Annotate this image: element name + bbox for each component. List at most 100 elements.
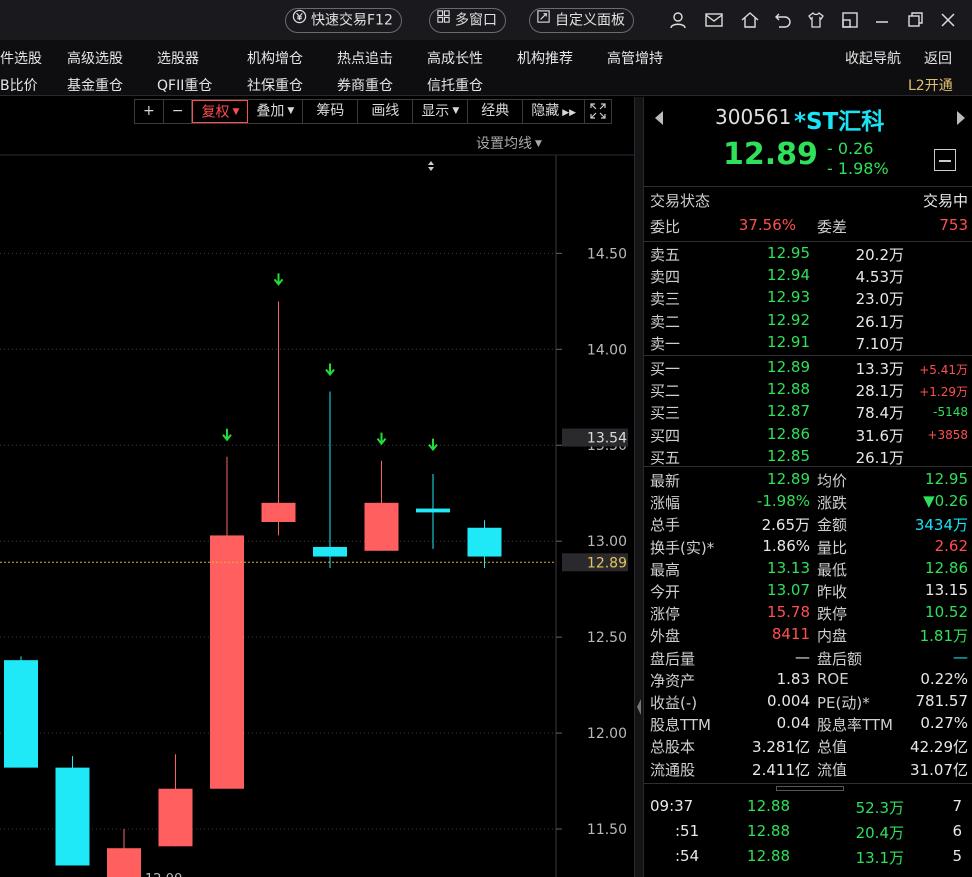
bid-row[interactable]: 买二 12.88 28.1万 +1.29万 (650, 380, 968, 402)
minimize-icon[interactable] (872, 10, 892, 30)
stat-label: 金额 (817, 516, 848, 535)
stat-label: ROE (817, 669, 849, 688)
restore-right-label: 复权 (201, 104, 230, 121)
multi-window-button[interactable]: 多窗口 (429, 8, 506, 33)
tick-row[interactable]: :54 12.88 13.1万 5 (650, 847, 968, 869)
candle-body (55, 767, 90, 866)
undo-icon[interactable] (773, 10, 793, 30)
tick-row[interactable]: :51 12.88 20.4万 6 (650, 822, 968, 844)
tick-row[interactable]: 09:37 12.88 52.3万 7 (650, 797, 968, 819)
custom-panel-button[interactable]: 自定义面板 (529, 8, 634, 33)
mail-icon[interactable] (704, 10, 724, 30)
nav-item-qfii-heavy[interactable]: QFII重仓 (157, 75, 212, 95)
next-stock-icon[interactable] (954, 109, 968, 127)
nav-item-hot-chase[interactable]: 热点追击 (337, 48, 393, 68)
nav-item-social-heavy[interactable]: 社保重仓 (247, 75, 303, 95)
ask-level-label: 卖五 (650, 246, 681, 264)
stat-label: 均价 (817, 472, 848, 490)
overlay-button[interactable]: 叠加 ▼ (248, 100, 304, 123)
window-switch-icon[interactable] (840, 10, 860, 30)
tick-price: 12.88 (747, 797, 790, 815)
bid-row[interactable]: 买一 12.89 13.3万 +5.41万 (650, 358, 968, 380)
nav-item-stock-picker[interactable]: 选股器 (157, 48, 199, 68)
minus-icon (939, 160, 951, 162)
zoom-in-button[interactable]: + (135, 100, 164, 123)
nav-item-advanced-pick[interactable]: 高级选股 (67, 48, 123, 68)
tick-volume: 20.4万 (855, 824, 904, 842)
draw-line-button[interactable]: 画线 (358, 100, 414, 123)
ask-row[interactable]: 卖三 12.93 23.0万 (650, 288, 968, 310)
ask-row[interactable]: 卖四 12.94 4.53万 (650, 266, 968, 288)
fullscreen-button[interactable] (585, 100, 611, 123)
kline-chart-area[interactable]: 14.5014.0013.5013.0012.5012.0011.5012.89… (0, 97, 634, 877)
nav-item-exec-increase[interactable]: 高管增持 (607, 48, 663, 68)
caret-down-icon: ▼ (287, 106, 295, 116)
nav-item-inst-increase[interactable]: 机构增仓 (247, 48, 303, 68)
ask-row[interactable]: 卖五 12.95 20.2万 (650, 244, 968, 266)
tick-time: :51 (675, 822, 700, 840)
home-icon[interactable] (740, 10, 760, 30)
stat-row: 换手(实)* 1.86% 量比 2.62 (650, 537, 968, 559)
nav-item-b-compare[interactable]: B比价 (0, 75, 38, 95)
user-icon[interactable] (668, 10, 688, 30)
bid-row[interactable]: 买四 12.86 31.6万 +3858 (650, 425, 968, 447)
l2-open-link[interactable]: L2开通 (908, 75, 953, 95)
date-axis-label: 12.00 (145, 872, 182, 877)
stat-row: 最高 13.13 最低 12.86 (650, 559, 968, 581)
stat-label: 今开 (650, 583, 681, 601)
bid-level-label: 买四 (650, 426, 681, 445)
close-icon[interactable] (938, 10, 958, 30)
nav-item-broker-heavy[interactable]: 券商重仓 (337, 75, 393, 95)
shirt-icon[interactable] (806, 10, 826, 30)
collapse-quote-button[interactable] (934, 149, 956, 171)
zoom-out-button[interactable]: − (164, 100, 193, 123)
caret-down-icon: ▼ (535, 139, 542, 149)
nav-item-fund-heavy[interactable]: 基金重仓 (67, 75, 123, 95)
divider (644, 241, 972, 242)
display-button[interactable]: 显示 ▼ (413, 100, 469, 123)
overlay-label: 叠加 (256, 103, 285, 120)
ask-row[interactable]: 卖一 12.91 7.10万 (650, 333, 968, 355)
ask-price: 12.95 (767, 244, 810, 262)
classic-button[interactable]: 经典 (468, 100, 524, 123)
stat-value: -1.98% (756, 492, 810, 511)
stat-label: 总手 (650, 516, 681, 535)
nav-item-high-growth[interactable]: 高成长性 (427, 48, 483, 68)
stat-value: 2.62 (934, 536, 968, 555)
price-change: - 0.26 (827, 139, 874, 158)
bid-price: 12.85 (767, 446, 810, 465)
prev-stock-icon[interactable] (652, 109, 666, 127)
collapse-nav-link[interactable]: 收起导航 (845, 48, 901, 68)
stat-label: 总股本 (650, 738, 696, 757)
nav-item-inst-recommend[interactable]: 机构推荐 (517, 48, 573, 68)
stat-row: 流通股 2.411亿 流值 31.07亿 (650, 759, 968, 781)
stat-label: 内盘 (817, 627, 848, 646)
stock-code: 300561 (715, 105, 792, 129)
hide-button[interactable]: 隐藏 ▶▶ (523, 100, 586, 123)
ask-volume: 7.10万 (855, 334, 904, 353)
display-label: 显示 (421, 103, 450, 120)
price-tick-label: 14.50 (587, 246, 627, 262)
tick-time: :54 (675, 847, 700, 865)
candlestick-chart[interactable]: 14.5014.0013.5013.0012.5012.0011.5012.89… (0, 97, 634, 877)
scroll-handle[interactable] (776, 786, 844, 791)
quick-trade-button[interactable]: 快速交易F12 (285, 8, 402, 33)
restore-right-button[interactable]: 复权 ▼ (192, 100, 249, 123)
panel-splitter[interactable] (634, 97, 644, 877)
candle-body (4, 660, 38, 768)
navigation-bar: 件选股 高级选股 选股器 机构增仓 热点追击 高成长性 机构推荐 高管增持 收起… (0, 40, 972, 96)
stat-label: 流通股 (650, 760, 696, 779)
divider (644, 466, 972, 467)
chips-button[interactable]: 筹码 (303, 100, 359, 123)
nav-item-trust-heavy[interactable]: 信托重仓 (427, 75, 483, 95)
divider (644, 355, 972, 356)
set-moving-average[interactable]: 设置均线 ▼ (476, 133, 542, 153)
restore-icon[interactable] (905, 10, 925, 30)
ask-row[interactable]: 卖二 12.92 26.1万 (650, 311, 968, 333)
hide-label: 隐藏 (531, 103, 560, 119)
stat-value: 10.52 (925, 603, 968, 622)
nav-item-condition-pick[interactable]: 件选股 (0, 48, 42, 68)
back-link[interactable]: 返回 (924, 48, 952, 68)
stat-value: — (795, 647, 810, 666)
bid-row[interactable]: 买三 12.87 78.4万 -5148 (650, 402, 968, 424)
